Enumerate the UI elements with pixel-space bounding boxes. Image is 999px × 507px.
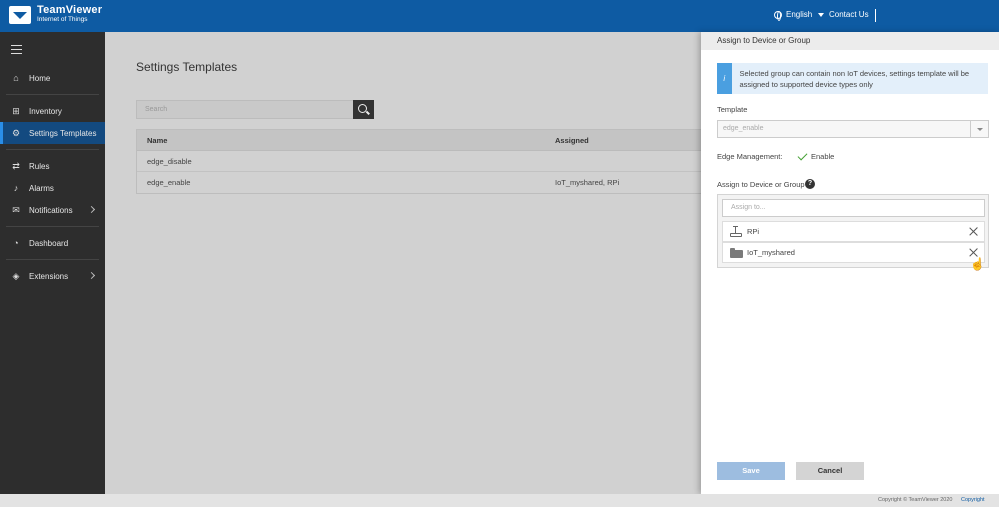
template-select[interactable]: edge_enable <box>717 120 989 138</box>
chevron-right-icon <box>87 271 96 280</box>
home-icon: ⌂ <box>13 73 19 83</box>
header-divider <box>875 9 876 22</box>
footer: Copyright © TeamViewer 2020 Copyright <box>0 494 999 507</box>
main-content: Settings Templates Search Name Assigned … <box>105 32 706 494</box>
checkmark-icon <box>797 150 808 160</box>
cancel-button[interactable]: Cancel <box>796 462 864 480</box>
help-icon[interactable]: ? <box>805 179 815 189</box>
sidebar-item-notifications[interactable]: ✉ Notifications <box>0 199 105 221</box>
contact-us-link[interactable]: Contact Us <box>829 10 869 19</box>
assigned-item-iot-myshared: IoT_myshared <box>722 242 985 263</box>
row-name: edge_enable <box>147 178 191 187</box>
info-message: i Selected group can contain non IoT dev… <box>717 63 988 94</box>
sidebar-item-label: Settings Templates <box>29 128 97 138</box>
page-title: Settings Templates <box>136 60 238 74</box>
save-button[interactable]: Save <box>717 462 785 480</box>
logo-subtitle: Internet of Things <box>37 16 88 23</box>
sidebar-divider <box>6 149 99 150</box>
table-row[interactable]: edge_disable <box>137 151 705 172</box>
teamviewer-logo[interactable]: TeamViewer Internet of Things <box>9 4 103 24</box>
table-row[interactable]: edge_enable IoT_myshared, RPi <box>137 172 705 193</box>
sidebar-divider <box>6 94 99 95</box>
sidebar-item-settings-templates[interactable]: ⚙ Settings Templates <box>0 122 105 144</box>
app-header: TeamViewer Internet of Things English Co… <box>0 0 999 32</box>
sidebar-item-alarms[interactable]: ♪ Alarms <box>0 177 105 199</box>
extensions-icon: ◈ <box>12 270 20 281</box>
sidebar-item-label: Extensions <box>29 271 69 281</box>
folder-icon <box>730 247 743 258</box>
column-header-assigned[interactable]: Assigned <box>555 130 589 151</box>
column-header-name[interactable]: Name <box>147 130 167 151</box>
sidebar-item-label: Rules <box>29 161 50 171</box>
close-icon[interactable] <box>969 248 978 257</box>
envelope-icon: ✉ <box>12 204 20 215</box>
templates-table: Name Assigned edge_disable edge_enable I… <box>136 129 706 194</box>
language-label: English <box>786 10 813 19</box>
sidebar-item-extensions[interactable]: ◈ Extensions <box>0 265 105 287</box>
logo-icon <box>9 6 31 24</box>
assigned-item-label: IoT_myshared <box>747 248 795 257</box>
language-selector[interactable]: English <box>774 10 825 21</box>
hand-cursor-icon: ☝ <box>970 257 985 271</box>
assign-label: Assign to Device or Group <box>717 180 805 189</box>
sidebar-divider <box>6 259 99 260</box>
sidebar-divider <box>6 226 99 227</box>
close-icon[interactable] <box>969 227 978 236</box>
rules-icon: ⇄ <box>12 160 20 171</box>
row-assigned: IoT_myshared, RPi <box>555 178 620 187</box>
bell-icon: ♪ <box>13 183 19 193</box>
info-icon: i <box>717 63 732 94</box>
search-icon <box>358 104 367 113</box>
template-select-value: edge_enable <box>723 125 764 132</box>
edge-management-value: Enable <box>797 150 835 161</box>
assign-input[interactable]: Assign to... <box>722 199 985 217</box>
panel-title: Assign to Device or Group <box>701 32 999 50</box>
hamburger-menu-icon[interactable] <box>11 45 22 54</box>
sidebar-item-label: Inventory <box>29 106 62 116</box>
sidebar-item-dashboard[interactable]: ◔ Dashboard <box>0 232 105 254</box>
inventory-icon: ⊞ <box>12 105 20 116</box>
sidebar-item-label: Alarms <box>29 183 54 193</box>
edge-management-label: Edge Management: <box>717 152 783 161</box>
assigned-item-label: RPi <box>747 227 760 236</box>
edge-management-status: Enable <box>811 152 835 161</box>
assigned-item-rpi: RPi <box>722 221 985 242</box>
search-button[interactable] <box>353 100 374 119</box>
assign-panel: Assign to Device or Group i Selected gro… <box>701 32 999 494</box>
sidebar-item-label: Notifications <box>29 205 73 215</box>
sidebar-item-home[interactable]: ⌂ Home <box>0 67 105 89</box>
chevron-down-icon <box>818 12 825 17</box>
assign-container: Assign to... RPi IoT_myshared <box>717 194 989 268</box>
sidebar-item-label: Home <box>29 73 51 83</box>
chevron-right-icon <box>87 205 96 214</box>
dashboard-icon: ◔ <box>13 238 19 248</box>
table-header: Name Assigned <box>137 130 705 151</box>
template-label: Template <box>717 105 748 114</box>
row-name: edge_disable <box>147 157 192 166</box>
settings-icon: ⚙ <box>11 127 21 138</box>
copyright-text: Copyright © TeamViewer 2020 <box>878 497 953 503</box>
info-text: Selected group can contain non IoT devic… <box>739 69 970 89</box>
device-icon <box>730 226 742 237</box>
search-input[interactable]: Search <box>136 100 354 119</box>
sidebar-item-rules[interactable]: ⇄ Rules <box>0 155 105 177</box>
chevron-down-icon <box>970 121 988 137</box>
copyright-link[interactable]: Copyright <box>961 497 985 503</box>
logo-title: TeamViewer <box>37 4 103 16</box>
globe-icon <box>774 10 782 21</box>
sidebar-item-inventory[interactable]: ⊞ Inventory <box>0 100 105 122</box>
sidebar-item-label: Dashboard <box>29 238 69 248</box>
sidebar: ⌂ Home ⊞ Inventory ⚙ Settings Templates … <box>0 32 105 494</box>
